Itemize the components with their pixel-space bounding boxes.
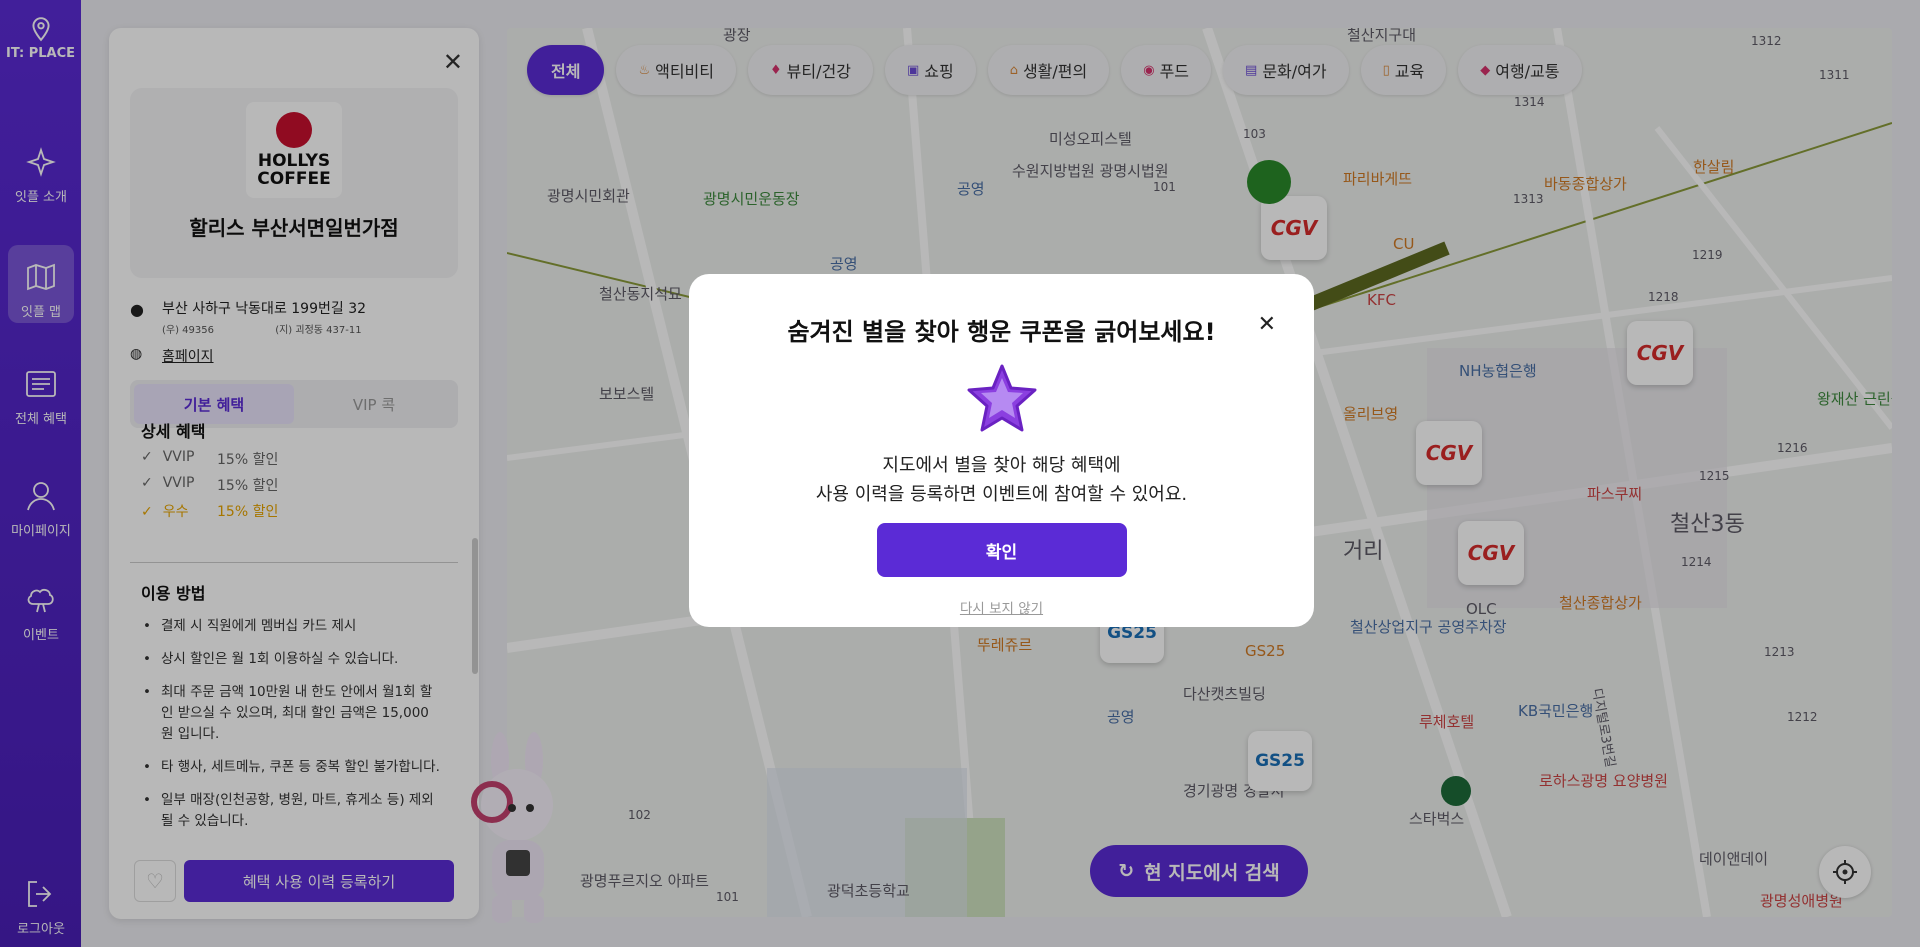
confirm-button[interactable]: 확인 (876, 523, 1127, 577)
event-modal: ✕ 숨겨진 별을 찾아 행운 쿠폰을 긁어보세요! 지도에서 별을 찾아 해당 … (689, 274, 1314, 627)
dont-show-again-link[interactable]: 다시 보지 않기 (689, 597, 1314, 617)
modal-title: 숨겨진 별을 찾아 행운 쿠폰을 긁어보세요! (787, 318, 1216, 346)
close-icon[interactable]: ✕ (1258, 312, 1276, 337)
modal-description: 지도에서 별을 찾아 해당 혜택에 사용 이력을 등록하면 이벤트에 참여할 수… (689, 451, 1314, 509)
modal-desc-line: 사용 이력을 등록하면 이벤트에 참여할 수 있어요. (815, 484, 1188, 505)
star-icon (967, 364, 1036, 432)
modal-desc-line: 지도에서 별을 찾아 해당 혜택에 (882, 455, 1121, 476)
